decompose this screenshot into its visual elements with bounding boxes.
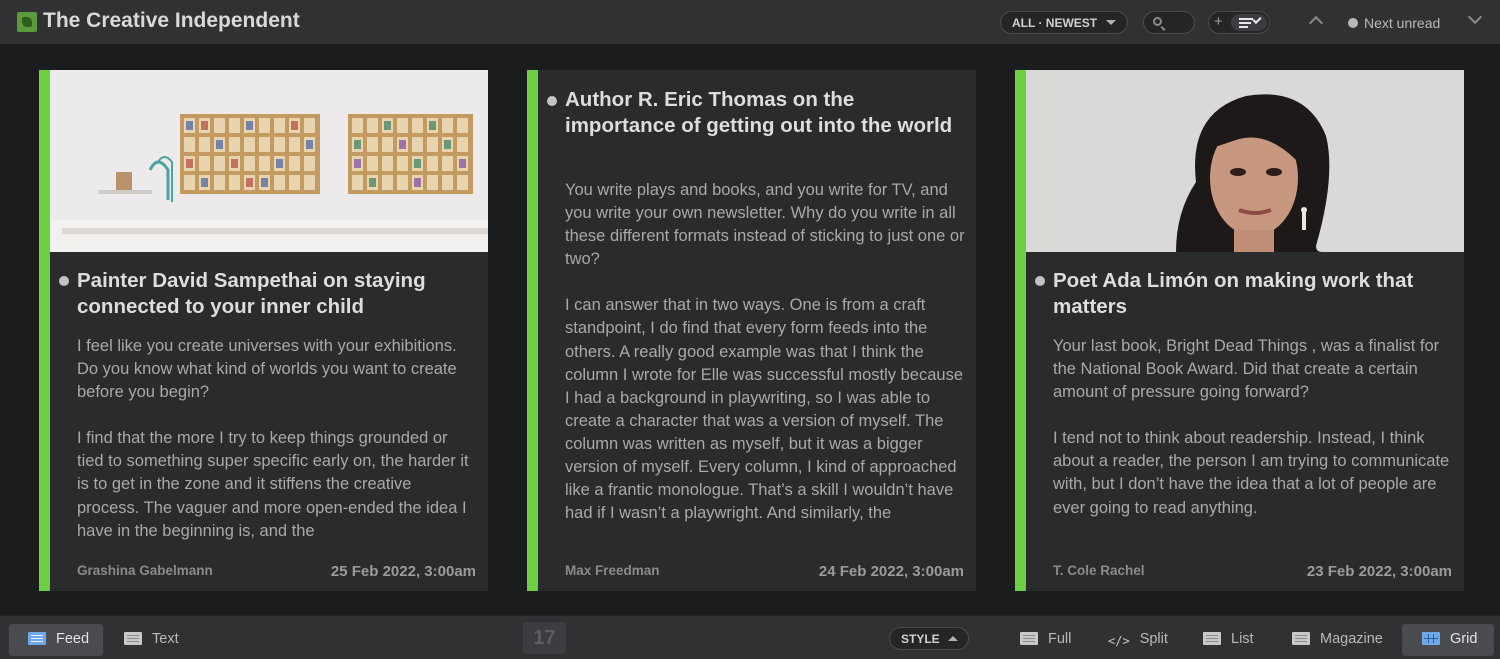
text-view-button[interactable]: Text bbox=[112, 624, 192, 656]
order-filter-label: ALL · NEWEST bbox=[1012, 16, 1098, 30]
text-view-label: Text bbox=[152, 631, 179, 647]
excerpt-paragraph: I tend not to think about readership. In… bbox=[1053, 429, 1450, 517]
unread-status-dot-icon bbox=[1035, 276, 1045, 286]
story-title[interactable]: Author R. Eric Thomas on the importance … bbox=[565, 87, 970, 139]
story-author: Max Freedman bbox=[565, 563, 660, 578]
feed-view-icon bbox=[28, 632, 46, 645]
style-menu-label: STYLE bbox=[901, 632, 940, 646]
feed-view-button[interactable]: Feed bbox=[9, 624, 103, 656]
story-card[interactable]: Poet Ada Limón on making work that matte… bbox=[1015, 70, 1464, 591]
excerpt-paragraph: I find that the more I try to keep thing… bbox=[77, 429, 469, 540]
unread-status-dot-icon bbox=[547, 96, 557, 106]
full-view-button[interactable]: Full bbox=[1008, 624, 1082, 656]
story-author: Grashina Gabelmann bbox=[77, 563, 213, 578]
mark-read-icon bbox=[1239, 18, 1253, 20]
checkmark-icon bbox=[1252, 14, 1262, 25]
feed-title[interactable]: The Creative Independent bbox=[43, 9, 300, 33]
split-view-button[interactable]: </> Split bbox=[1096, 624, 1176, 656]
grid-view-icon bbox=[1422, 632, 1440, 645]
caret-up-icon bbox=[948, 636, 958, 641]
story-thumbnail-portrait[interactable] bbox=[1026, 70, 1464, 252]
list-view-icon bbox=[1203, 632, 1221, 645]
magazine-view-label: Magazine bbox=[1320, 631, 1383, 647]
story-excerpt: Your last book, Bright Dead Things , was… bbox=[1053, 335, 1453, 546]
caret-down-icon bbox=[1106, 20, 1116, 25]
story-card[interactable]: Author R. Eric Thomas on the importance … bbox=[527, 70, 976, 591]
full-view-icon bbox=[1020, 632, 1038, 645]
list-view-label: List bbox=[1231, 631, 1254, 647]
previous-story-chevron-up-icon[interactable] bbox=[1308, 15, 1324, 31]
story-author: T. Cole Rachel bbox=[1053, 563, 1145, 578]
grid-view-label: Grid bbox=[1450, 631, 1478, 647]
list-view-button[interactable]: List bbox=[1192, 624, 1264, 656]
story-date: 24 Feb 2022, 3:00am bbox=[818, 563, 964, 580]
mark-read-control[interactable]: + bbox=[1208, 11, 1270, 34]
next-story-chevron-down-icon[interactable] bbox=[1467, 9, 1483, 25]
style-menu-button[interactable]: STYLE bbox=[889, 627, 969, 650]
story-excerpt: You write plays and books, and you write… bbox=[565, 179, 965, 546]
excerpt-paragraph: Your last book, Bright Dead Things , was… bbox=[1053, 337, 1440, 402]
excerpt-paragraph: You write plays and books, and you write… bbox=[565, 181, 965, 269]
feed-view-label: Feed bbox=[56, 631, 90, 647]
story-date: 23 Feb 2022, 3:00am bbox=[1306, 563, 1452, 580]
story-card[interactable]: Painter David Sampethai on staying conne… bbox=[39, 70, 488, 591]
feed-favicon-icon bbox=[17, 12, 37, 32]
unread-count-badge: 17 bbox=[523, 622, 566, 654]
full-view-label: Full bbox=[1048, 631, 1072, 647]
story-titles-header: The Creative Independent ALL · NEWEST + … bbox=[0, 0, 1500, 45]
story-title[interactable]: Painter David Sampethai on staying conne… bbox=[77, 268, 482, 320]
gallery-wall-image bbox=[50, 70, 488, 252]
split-view-icon: </> bbox=[1108, 634, 1130, 648]
excerpt-paragraph: I feel like you create universes with yo… bbox=[77, 337, 457, 402]
text-view-icon bbox=[124, 632, 142, 645]
story-title[interactable]: Poet Ada Limón on making work that matte… bbox=[1053, 268, 1458, 320]
story-view-toolbar: Feed Text 17 STYLE Full </> Split List Ma… bbox=[0, 615, 1500, 659]
magazine-view-icon bbox=[1292, 632, 1310, 645]
story-thumbnail-gallery[interactable] bbox=[50, 70, 488, 252]
excerpt-paragraph: I can answer that in two ways. One is fr… bbox=[565, 296, 963, 523]
order-filter-dropdown[interactable]: ALL · NEWEST bbox=[1000, 11, 1128, 34]
search-icon bbox=[1153, 17, 1162, 26]
search-input[interactable] bbox=[1143, 11, 1195, 34]
portrait-image bbox=[1026, 70, 1464, 252]
split-view-label: Split bbox=[1139, 631, 1168, 647]
magazine-view-button[interactable]: Magazine bbox=[1281, 624, 1393, 656]
story-excerpt: I feel like you create universes with yo… bbox=[77, 335, 477, 546]
unread-status-dot-icon bbox=[59, 276, 69, 286]
unread-dot-icon bbox=[1348, 18, 1358, 28]
grid-view-button[interactable]: Grid bbox=[1402, 624, 1494, 656]
next-unread-button[interactable]: Next unread bbox=[1364, 15, 1440, 31]
mark-all-read-button[interactable] bbox=[1231, 14, 1267, 31]
plus-icon[interactable]: + bbox=[1214, 13, 1223, 30]
story-date: 25 Feb 2022, 3:00am bbox=[330, 563, 476, 580]
